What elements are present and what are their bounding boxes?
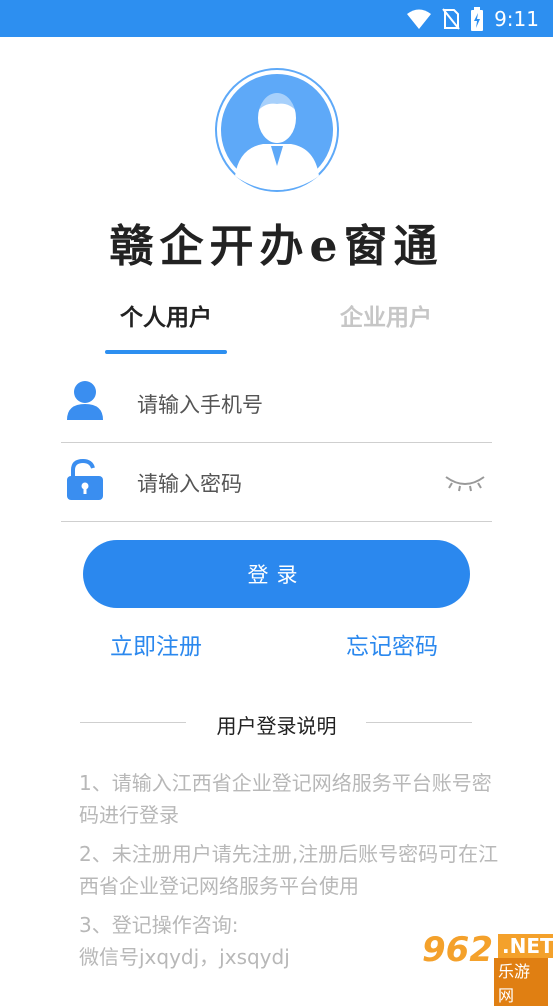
notes-header: 用户登录说明 [0,708,553,738]
status-icons: 9:11 [406,6,539,32]
phone-field-row [61,364,492,443]
password-field-row [61,443,492,522]
forgot-password-link[interactable]: 忘记密码 [346,627,438,661]
avatar [215,68,339,192]
notes-title: 用户登录说明 [216,714,337,738]
watermark-net: .NET [498,934,553,958]
wifi-icon [407,9,432,29]
status-time: 9:11 [494,7,539,31]
user-icon [67,381,103,420]
active-tab-indicator [105,350,227,354]
site-watermark: 962 .NET 乐游网 [414,930,553,1006]
watermark-site: 乐游网 [494,958,548,1006]
unlock-icon [67,459,103,500]
status-bar: 9:11 [0,0,553,37]
user-avatar-icon [217,70,337,190]
password-input[interactable] [135,463,439,505]
login-tabs: 个人用户 企业用户 [0,298,553,358]
register-link[interactable]: 立即注册 [110,627,202,661]
tab-enterprise-user[interactable]: 企业用户 [325,298,447,332]
login-button[interactable]: 登录 [83,540,470,608]
divider-right [366,722,472,723]
phone-input[interactable] [135,384,439,426]
watermark-number: 962 [422,930,493,970]
note-item-1: 1、请输入江西省企业登记网络服务平台账号密码进行登录 [79,771,492,827]
eye-closed-icon[interactable] [444,471,486,493]
battery-charging-icon [471,7,484,31]
no-sim-icon [442,8,460,30]
note-item-2: 2、未注册用户请先注册,注册后账号密码可在江西省企业登记网络服务平台使用 [79,842,499,898]
app-title: 赣企开办e窗通 [109,221,444,272]
tab-personal-user[interactable]: 个人用户 [105,298,227,332]
